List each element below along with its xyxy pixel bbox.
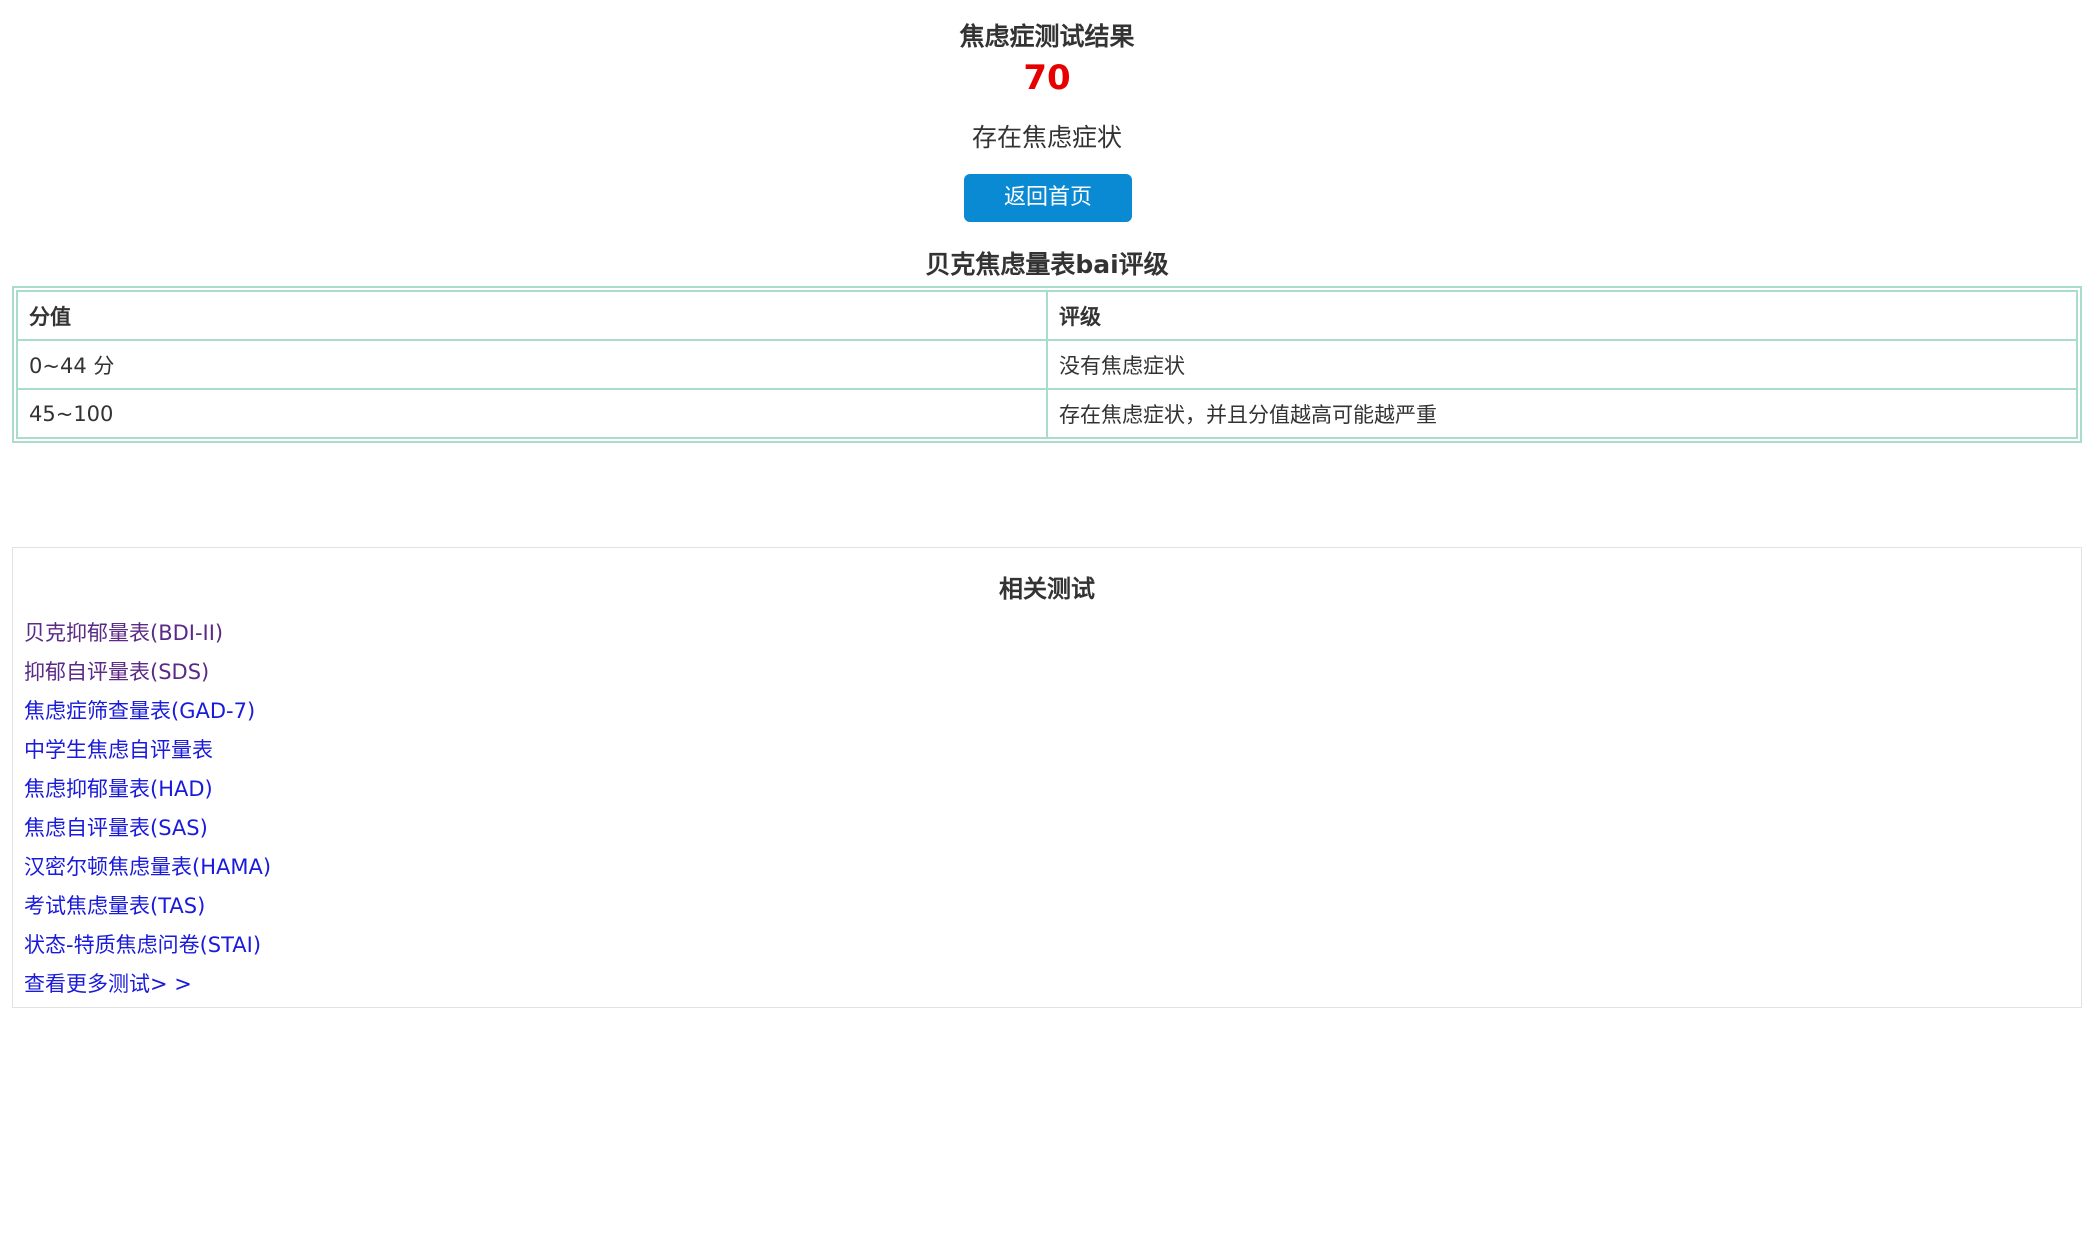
header-score: 分值 — [16, 290, 1048, 341]
link-hama[interactable]: 汉密尔顿焦虑量表(HAMA) — [24, 855, 271, 879]
list-item: 焦虑抑郁量表(HAD) — [24, 770, 271, 809]
list-item: 贝克抑郁量表(BDI-II) — [24, 614, 271, 653]
list-item: 考试焦虑量表(TAS) — [24, 887, 271, 926]
cell-rating: 没有焦虑症状 — [1046, 339, 2078, 390]
list-item: 焦虑症筛查量表(GAD-7) — [24, 692, 271, 731]
related-tests-panel: 相关测试 贝克抑郁量表(BDI-II) 抑郁自评量表(SDS) 焦虑症筛查量表(… — [12, 547, 2082, 1008]
link-stai[interactable]: 状态-特质焦虑问卷(STAI) — [24, 933, 261, 957]
cell-rating: 存在焦虑症状，并且分值越高可能越严重 — [1046, 388, 2078, 439]
result-page: 焦虑症测试结果 70 存在焦虑症状 返回首页 贝克焦虑量表bai评级 分值 评级… — [0, 0, 2094, 1239]
cell-score: 0~44 分 — [16, 339, 1048, 390]
link-gad7[interactable]: 焦虑症筛查量表(GAD-7) — [24, 699, 255, 723]
rating-table: 分值 评级 0~44 分 没有焦虑症状 45~100 存在焦虑症状，并且分值越高… — [12, 286, 2082, 443]
related-tests-list: 贝克抑郁量表(BDI-II) 抑郁自评量表(SDS) 焦虑症筛查量表(GAD-7… — [24, 614, 271, 965]
link-middle-school-anxiety[interactable]: 中学生焦虑自评量表 — [24, 738, 213, 762]
table-header-row: 分值 评级 — [16, 290, 2078, 341]
more-tests-link[interactable]: 查看更多测试> > — [24, 965, 192, 1004]
return-home-button[interactable]: 返回首页 — [964, 174, 1132, 222]
link-had[interactable]: 焦虑抑郁量表(HAD) — [24, 777, 213, 801]
list-item: 汉密尔顿焦虑量表(HAMA) — [24, 848, 271, 887]
table-row: 45~100 存在焦虑症状，并且分值越高可能越严重 — [16, 388, 2078, 439]
list-item: 抑郁自评量表(SDS) — [24, 653, 271, 692]
table-row: 0~44 分 没有焦虑症状 — [16, 339, 2078, 390]
list-item: 状态-特质焦虑问卷(STAI) — [24, 926, 271, 965]
link-sds[interactable]: 抑郁自评量表(SDS) — [24, 660, 209, 684]
result-score: 70 — [1023, 58, 1071, 98]
list-item: 焦虑自评量表(SAS) — [24, 809, 271, 848]
cell-score: 45~100 — [16, 388, 1048, 439]
link-sas[interactable]: 焦虑自评量表(SAS) — [24, 816, 208, 840]
link-tas[interactable]: 考试焦虑量表(TAS) — [24, 894, 205, 918]
scale-table-title: 贝克焦虑量表bai评级 — [925, 250, 1169, 279]
result-description: 存在焦虑症状 — [971, 123, 1122, 152]
result-title: 焦虑症测试结果 — [959, 22, 1135, 51]
related-tests-title: 相关测试 — [999, 575, 1095, 603]
header-rating: 评级 — [1046, 290, 2078, 341]
list-item: 中学生焦虑自评量表 — [24, 731, 271, 770]
link-bdi[interactable]: 贝克抑郁量表(BDI-II) — [24, 621, 223, 645]
